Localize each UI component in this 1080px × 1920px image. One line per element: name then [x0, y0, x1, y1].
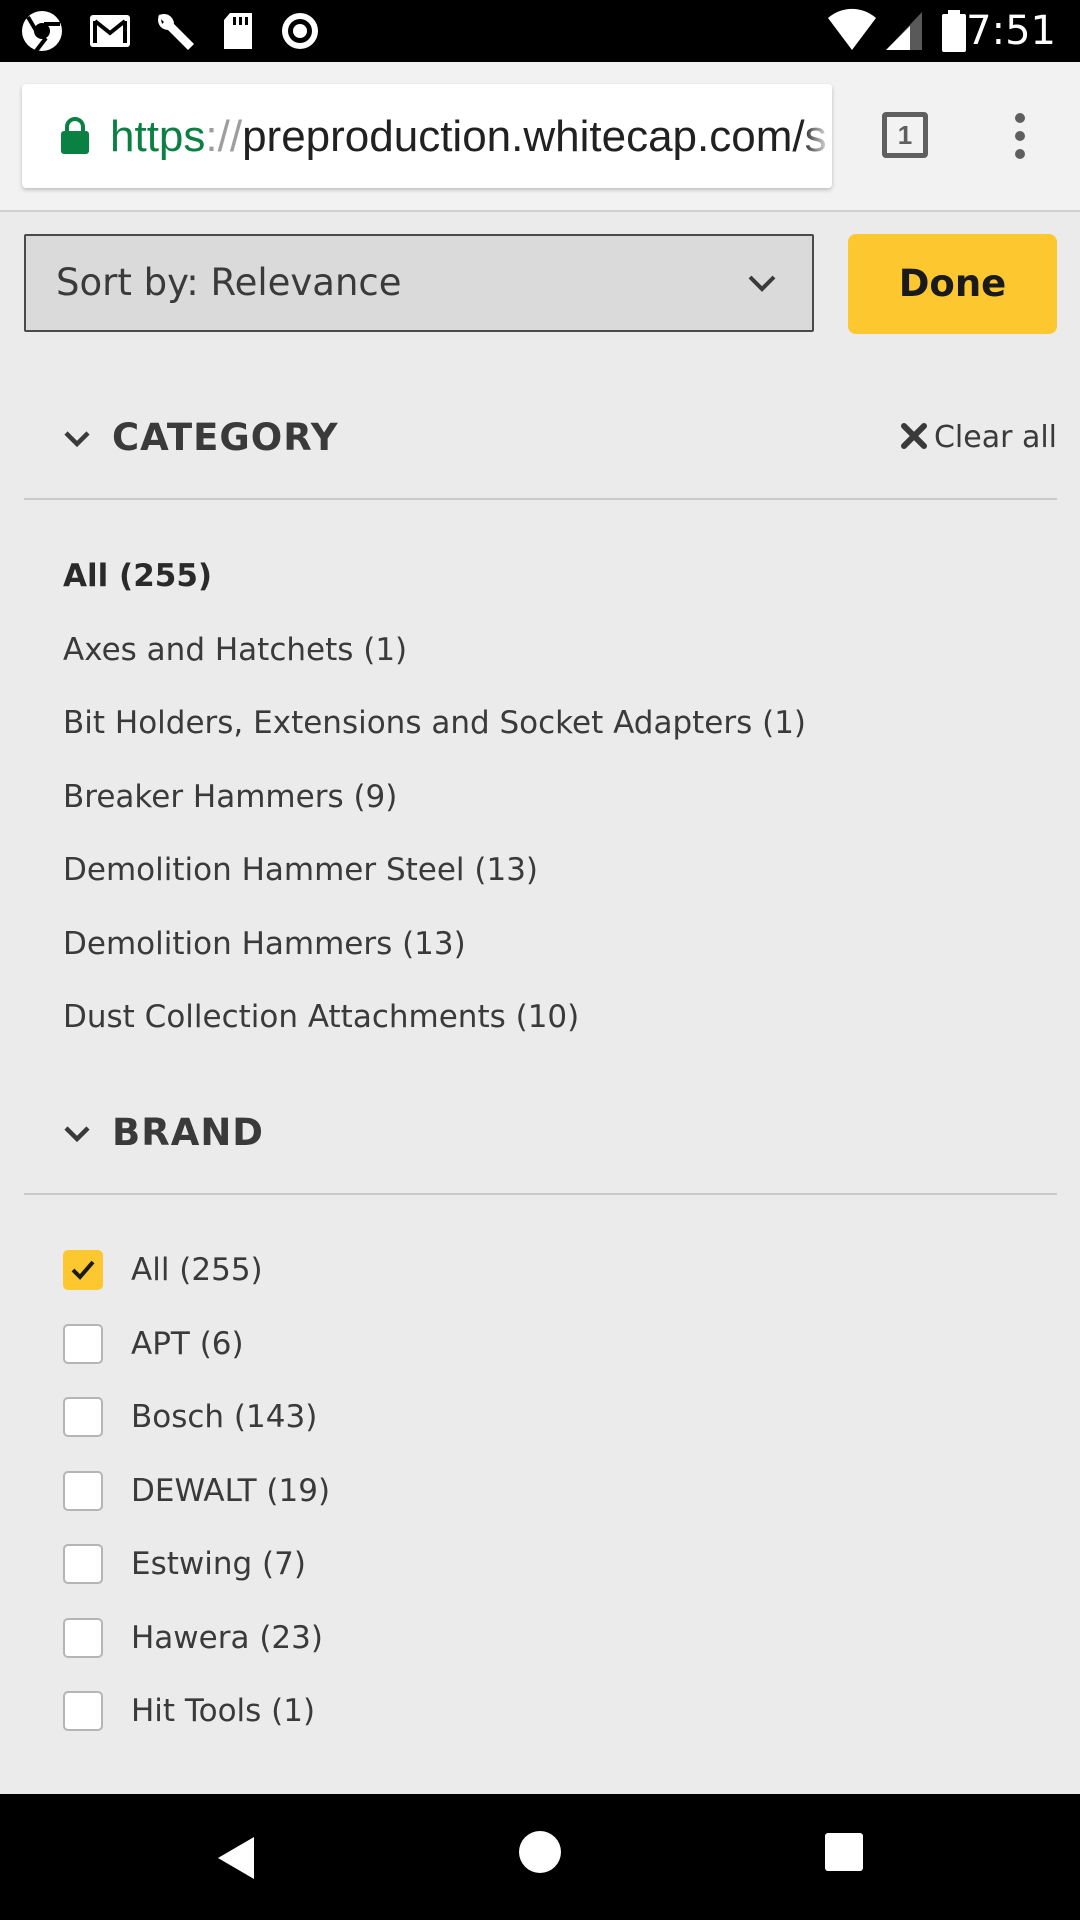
done-button[interactable]: Done	[848, 234, 1057, 334]
brand-checkbox-hawera[interactable]	[63, 1617, 103, 1658]
category-item-axes-and-hatchets[interactable]: Axes and Hatchets (1)	[63, 620, 806, 694]
category-header[interactable]: CATEGORY Clear all	[24, 398, 1057, 478]
chevron-down-icon	[64, 431, 90, 448]
brand-header[interactable]: BRAND	[24, 1093, 1057, 1173]
app-root: 7:51 https://preproduction.whitecap.com/…	[0, 0, 1080, 1920]
sd-card-icon	[224, 13, 252, 49]
back-icon[interactable]	[214, 1834, 258, 1882]
brand-label: Bosch (143)	[131, 1399, 318, 1435]
brand-checkbox-all[interactable]	[63, 1250, 103, 1290]
category-item-all[interactable]: All (255)	[63, 546, 806, 620]
status-bar: 7:51	[0, 0, 1080, 62]
navigation-bar	[0, 1794, 1080, 1920]
clear-all-label: Clear all	[933, 420, 1057, 455]
chevron-down-icon	[748, 275, 776, 292]
url-scheme: https	[110, 112, 206, 161]
brand-divider	[24, 1193, 1057, 1195]
check-icon	[71, 1260, 95, 1280]
wifi-icon	[828, 8, 876, 51]
brand-checkbox-bosch[interactable]	[63, 1397, 103, 1437]
tab-switcher-icon: 1	[882, 112, 928, 158]
category-item-dust-collection[interactable]: Dust Collection Attachments (10)	[63, 987, 806, 1061]
brand-label: Hit Tools (1)	[131, 1693, 316, 1729]
url-host-path: preproduction.whitecap.com/s	[242, 112, 827, 161]
brand-checkbox-hit-tools[interactable]	[63, 1691, 103, 1731]
brand-label: Hawera (23)	[131, 1619, 323, 1656]
chevron-down-icon	[64, 1126, 90, 1143]
url-fade	[802, 84, 832, 188]
brand-title: BRAND	[112, 1111, 265, 1154]
category-divider	[24, 498, 1057, 500]
brand-label: APT (6)	[131, 1325, 244, 1362]
category-item-demolition-hammer-steel[interactable]: Demolition Hammer Steel (13)	[63, 840, 806, 914]
wrench-icon	[158, 13, 194, 50]
lock-icon	[61, 117, 89, 154]
record-icon	[282, 13, 318, 49]
browser-toolbar: https://preproduction.whitecap.com/s 1	[0, 62, 1080, 212]
category-list: All (255) Axes and Hatchets (1) Bit Hold…	[63, 546, 806, 1061]
tab-switcher-button[interactable]: 1	[882, 112, 930, 160]
sort-dropdown[interactable]: Sort by: Relevance	[24, 234, 814, 332]
overflow-menu-icon[interactable]	[1000, 112, 1040, 160]
category-item-demolition-hammers[interactable]: Demolition Hammers (13)	[63, 914, 806, 988]
close-icon	[900, 423, 927, 449]
brand-label: Estwing (7)	[131, 1546, 306, 1582]
sort-dropdown-label: Sort by: Relevance	[56, 261, 402, 304]
brand-label: DEWALT (19)	[131, 1472, 331, 1509]
url-bar[interactable]: https://preproduction.whitecap.com/s	[22, 84, 832, 188]
brand-label: All (255)	[131, 1252, 263, 1288]
category-title: CATEGORY	[112, 416, 339, 459]
recents-icon[interactable]	[824, 1832, 864, 1872]
brand-checkbox-dewalt[interactable]	[63, 1470, 103, 1511]
url-separator: ://	[205, 112, 243, 161]
category-item-breaker-hammers[interactable]: Breaker Hammers (9)	[63, 767, 806, 841]
url-text[interactable]: https://preproduction.whitecap.com/s	[110, 108, 832, 166]
category-item-bit-holders[interactable]: Bit Holders, Extensions and Socket Adapt…	[63, 693, 806, 767]
status-time: 7:51	[966, 8, 1056, 54]
gmail-icon	[90, 15, 130, 47]
brand-checkbox-apt[interactable]	[63, 1323, 103, 1364]
brand-checkbox-estwing[interactable]	[63, 1544, 103, 1584]
chrome-beta-icon	[22, 11, 62, 53]
home-icon[interactable]	[518, 1830, 562, 1874]
signal-icon	[886, 12, 922, 50]
clear-all-button[interactable]: Clear all	[900, 398, 1057, 478]
